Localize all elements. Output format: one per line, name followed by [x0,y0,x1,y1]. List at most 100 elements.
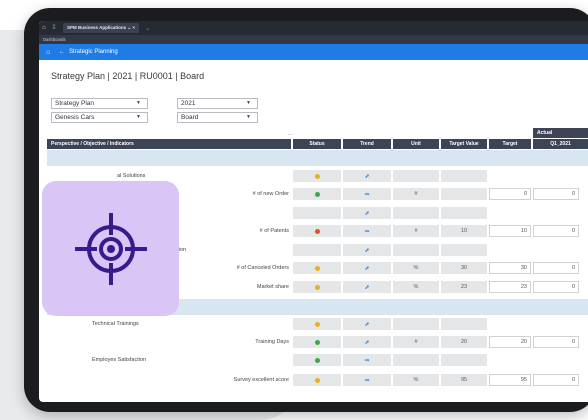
trend-cell: ➡ [343,225,391,237]
back-arrow-icon[interactable]: ← [59,49,65,55]
chart-up-icon: ⬈ [364,339,370,346]
trend-cell: ⬈ [343,207,391,219]
more-options[interactable]: ... [288,131,292,137]
board-select-value: Board [181,114,199,121]
unit-cell: # [393,225,439,237]
target-input[interactable]: 20 [489,336,531,348]
actual-q1-input[interactable]: 0 [533,262,579,274]
actual-q1-input[interactable]: 0 [533,336,579,348]
caret-down-icon: ▼ [246,114,251,120]
status-cell [293,354,341,366]
target-value-cell [441,318,487,330]
col-q1-2021: Q1_2021 [533,139,588,149]
unit-cell: % [393,281,439,293]
app-switcher[interactable]: SPM Business Applications ⌄ × [63,23,140,33]
trend-cell: ⬈ [343,281,391,293]
status-cell [293,244,341,256]
target-value-cell [441,188,487,200]
chart-up-icon: ⬈ [364,210,370,217]
plan-select[interactable]: Strategy Plan ▼ [51,98,148,109]
unit-cell: % [393,262,439,274]
trend-cell: ⬈ [343,336,391,348]
target-value-cell: 23 [441,281,487,293]
status-indicator [314,321,320,327]
actual-q1-input[interactable]: 0 [533,281,579,293]
unit-cell [393,170,439,182]
objective-row[interactable]: Technical Trainings ⬈ [47,316,588,332]
trend-cell: ⬈ [343,318,391,330]
objective-row[interactable]: Employes Satisfaction ➡ [47,352,588,368]
arrow-right-icon: ➡ [364,357,370,364]
company-select-value: Genesis Cars [55,114,95,121]
row-label: # of Canceled Orders [236,265,289,271]
arrow-right-icon: ➡ [364,377,370,384]
unit-cell [393,354,439,366]
caret-down-icon: ▼ [136,114,141,120]
close-icon[interactable]: × [132,25,135,30]
actual-q1-input[interactable]: 0 [533,225,579,237]
arrow-right-icon: ➡ [364,191,370,198]
col-target-value: Target Value [441,139,487,149]
target-input[interactable]: 95 [489,374,531,386]
year-select-value: 2021 [181,100,196,107]
target-input[interactable]: 10 [489,225,531,237]
status-cell [293,281,341,293]
target-input[interactable]: 23 [489,281,531,293]
target-value-cell [441,244,487,256]
status-cell [293,225,341,237]
page-title: Strategy Plan | 2021 | RU0001 | Board [51,71,205,81]
target-input[interactable]: 30 [489,262,531,274]
trend-cell: ⬈ [343,262,391,274]
status-indicator [314,173,320,179]
target-value-cell [441,207,487,219]
chart-up-icon: ⬈ [364,247,370,254]
status-cell [293,374,341,386]
actual-q1-input[interactable]: 0 [533,374,579,386]
actual-header: Actual [533,128,588,138]
board-select[interactable]: Board ▼ [177,112,258,123]
breadcrumb-item[interactable]: Dashboards [43,37,66,42]
status-indicator [314,265,320,271]
col-trend: Trend [343,139,391,149]
home-icon[interactable]: ⌂ [46,48,55,57]
unit-cell [393,207,439,219]
unit-cell [393,318,439,330]
target-feature-card [42,181,179,316]
unit-cell [393,244,439,256]
section-title: Strategic Planning [69,49,118,55]
target-input[interactable]: 0 [489,188,531,200]
caret-down-icon: ▼ [136,100,141,106]
status-indicator [314,377,320,383]
app-screen: ⌂ ⁞⁞ SPM Business Applications ⌄ × ⌄ Das… [39,21,588,402]
col-indicators: Perspective / Objective / Indicators [47,139,291,149]
arrow-right-icon: ➡ [364,228,370,235]
company-select[interactable]: Genesis Cars ▼ [51,112,148,123]
crosshair-target-icon [74,212,147,285]
target-value-cell: 20 [441,336,487,348]
status-indicator [314,339,320,345]
app-title: SPM Business Applications [67,25,127,30]
year-select[interactable]: 2021 ▼ [177,98,258,109]
chevron-down-icon[interactable]: ⌄ [145,25,150,32]
breadcrumb: Dashboards [39,35,588,44]
target-value-cell [441,170,487,182]
indicator-row[interactable]: Training Days ⬈ #20 20 0 [47,334,588,350]
row-label: Market share [256,284,289,290]
chevron-down-icon: ⌄ [127,25,132,30]
trend-cell: ⬈ [343,244,391,256]
row-label: Survey excellent score [233,377,289,383]
home-icon[interactable]: ⌂ [39,25,49,31]
actual-q1-input[interactable]: 0 [533,188,579,200]
status-indicator [314,191,320,197]
status-indicator [314,284,320,290]
section-header-bar: ⌂ ← Strategic Planning [39,44,588,60]
status-cell [293,262,341,274]
chart-up-icon: ⬈ [364,284,370,291]
trend-cell: ➡ [343,354,391,366]
chart-up-icon: ⬈ [364,321,370,328]
status-cell [293,336,341,348]
col-target: Target [489,139,531,149]
unit-cell: % [393,374,439,386]
grid-menu-icon[interactable]: ⁞⁞ [49,25,59,31]
indicator-row[interactable]: Survey excellent score ➡% 95 95 0 [47,372,588,388]
